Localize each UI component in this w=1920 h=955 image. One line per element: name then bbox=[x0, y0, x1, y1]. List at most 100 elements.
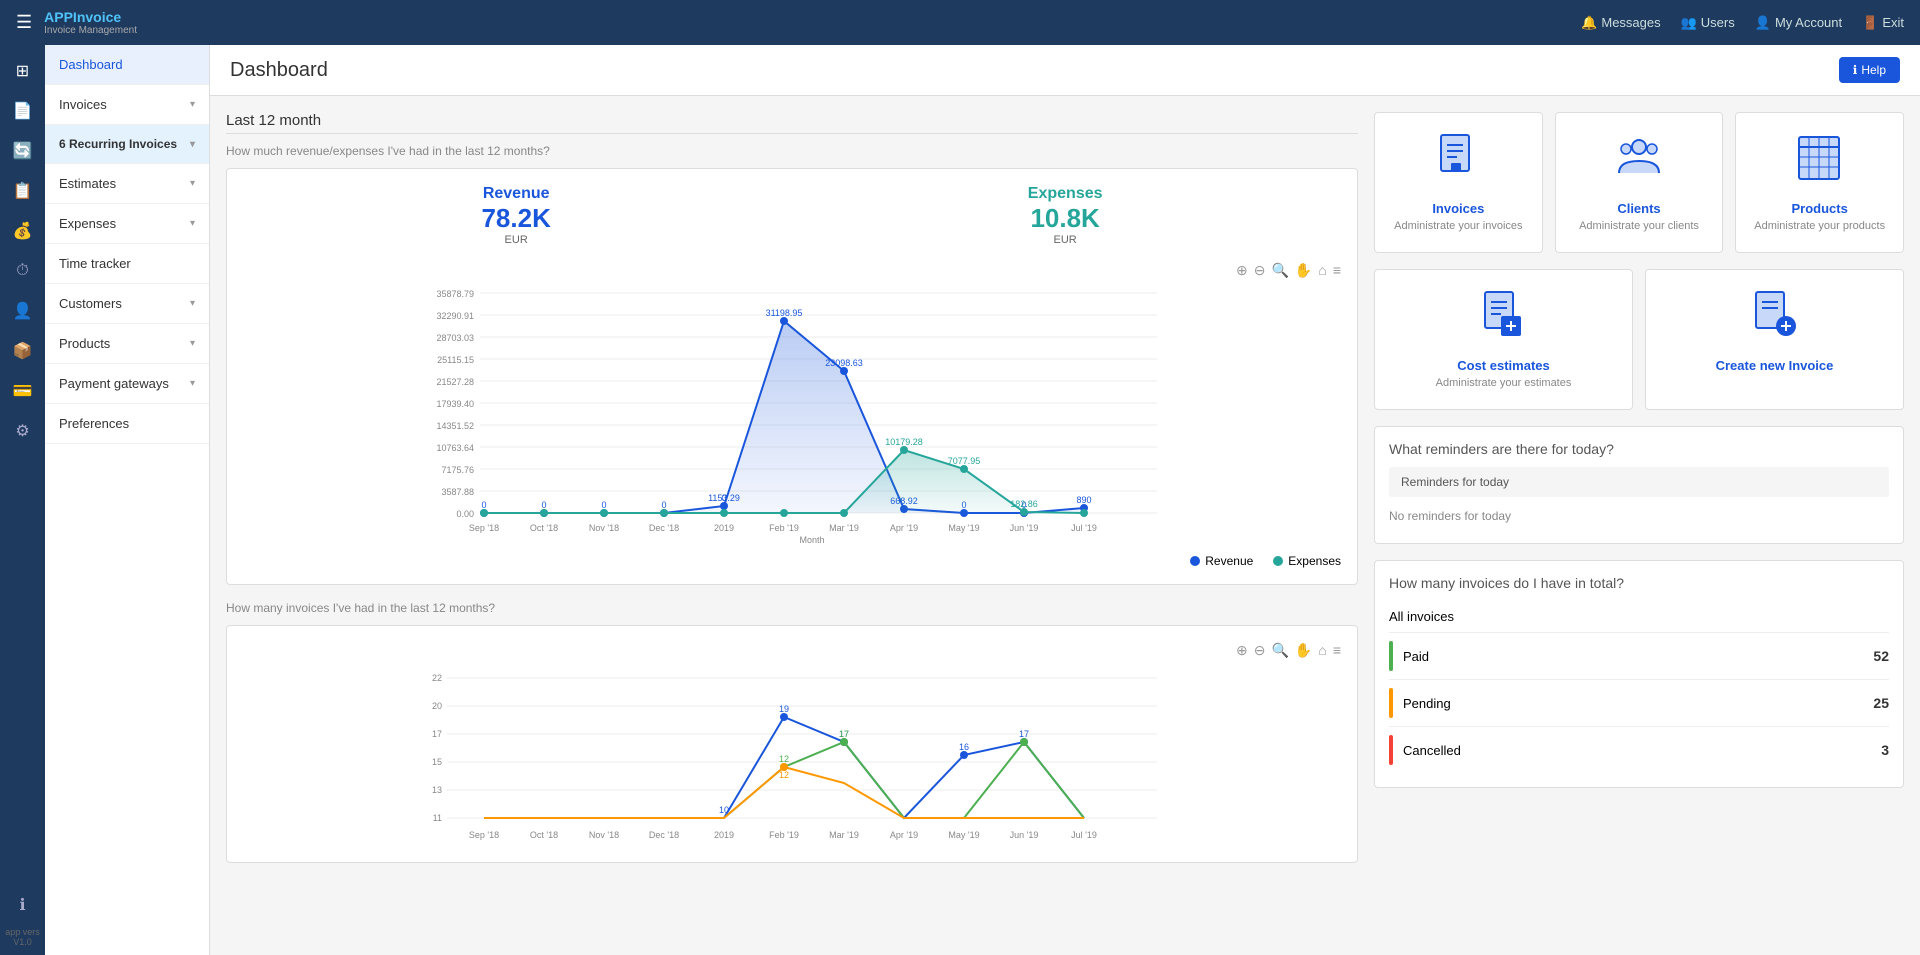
zoom-out-icon[interactable]: ⊖ bbox=[1254, 262, 1266, 279]
sidebar-label-preferences: Preferences bbox=[59, 416, 129, 431]
pan-icon[interactable]: ✋ bbox=[1295, 262, 1312, 279]
svg-text:Mar '19: Mar '19 bbox=[829, 523, 859, 533]
users-icon: 👥 bbox=[1681, 15, 1697, 31]
svg-text:Feb '19: Feb '19 bbox=[769, 830, 799, 840]
svg-text:13: 13 bbox=[432, 785, 442, 795]
svg-text:15: 15 bbox=[432, 757, 442, 767]
revenue-expenses-header: Revenue 78.2K EUR Expenses 10.8K EUR bbox=[243, 185, 1341, 246]
svg-text:Sep '18: Sep '18 bbox=[469, 830, 499, 840]
my-account-link[interactable]: 👤 My Account bbox=[1755, 15, 1842, 31]
sidebar-icon-invoices[interactable]: 📄 bbox=[5, 93, 41, 129]
dashboard-body: Last 12 month How much revenue/expenses … bbox=[210, 96, 1920, 895]
version-text: app vers V1.0 bbox=[0, 927, 45, 947]
search-icon2[interactable]: 🔍 bbox=[1271, 642, 1288, 659]
legend-expenses-label: Expenses bbox=[1288, 554, 1341, 568]
svg-text:May '19: May '19 bbox=[948, 830, 979, 840]
revenue-question: How much revenue/expenses I've had in th… bbox=[226, 144, 1358, 158]
invoice-count-title: How many invoices do I have in total? bbox=[1389, 575, 1889, 591]
quicklink-cost-estimates-title: Cost estimates bbox=[1385, 358, 1622, 373]
cancelled-label-wrap: Cancelled bbox=[1389, 735, 1461, 765]
sidebar-item-invoices[interactable]: Invoices ▾ bbox=[45, 85, 209, 125]
svg-text:14351.52: 14351.52 bbox=[436, 421, 474, 431]
help-button[interactable]: ℹ Help bbox=[1839, 57, 1900, 83]
home-icon[interactable]: ⌂ bbox=[1318, 262, 1326, 279]
menu-icon[interactable]: ≡ bbox=[1333, 262, 1341, 279]
sidebar-item-recurring[interactable]: 6 Recurring Invoices ▾ bbox=[45, 125, 209, 164]
sidebar-item-preferences[interactable]: Preferences bbox=[45, 404, 209, 444]
sidebar-item-dashboard[interactable]: Dashboard bbox=[45, 45, 209, 85]
chart2-toolbar: ⊕ ⊖ 🔍 ✋ ⌂ ≡ bbox=[243, 642, 1341, 659]
invoices-chart: 22 20 17 15 13 11 bbox=[243, 663, 1341, 843]
svg-text:Nov '18: Nov '18 bbox=[589, 830, 619, 840]
sidebar-icon-timetracker[interactable]: ⏱ bbox=[5, 253, 41, 289]
menu-icon2[interactable]: ≡ bbox=[1333, 642, 1341, 659]
sidebar-item-payment[interactable]: Payment gateways ▾ bbox=[45, 364, 209, 404]
quicklink-create-invoice[interactable]: Create new Invoice bbox=[1645, 269, 1904, 410]
sidebar-item-customers[interactable]: Customers ▾ bbox=[45, 284, 209, 324]
sidebar-icon-preferences[interactable]: ⚙ bbox=[5, 413, 41, 449]
help-icon: ℹ bbox=[1853, 63, 1858, 77]
legend-expenses-dot bbox=[1273, 556, 1283, 566]
quicklink-clients[interactable]: Clients Administrate your clients bbox=[1555, 112, 1724, 253]
svg-text:19: 19 bbox=[779, 704, 789, 714]
search-icon[interactable]: 🔍 bbox=[1271, 262, 1288, 279]
invoices-question: How many invoices I've had in the last 1… bbox=[226, 601, 1358, 615]
zoom-in-icon2[interactable]: ⊕ bbox=[1236, 642, 1248, 659]
svg-text:3587.88: 3587.88 bbox=[441, 487, 474, 497]
chevron-down-icon-expenses: ▾ bbox=[190, 218, 195, 229]
sidebar-icon-payment[interactable]: 💳 bbox=[5, 373, 41, 409]
sidebar-icon-dashboard[interactable]: ⊞ bbox=[5, 53, 41, 89]
chevron-down-icon-payment: ▾ bbox=[190, 378, 195, 389]
hamburger-button[interactable]: ☰ bbox=[16, 12, 32, 33]
home-icon2[interactable]: ⌂ bbox=[1318, 642, 1326, 659]
svg-text:0.00: 0.00 bbox=[456, 509, 474, 519]
topnav-right: 🔔 Messages 👥 Users 👤 My Account 🚪 Exit bbox=[1581, 15, 1904, 31]
pending-label: Pending bbox=[1403, 696, 1451, 711]
svg-text:0: 0 bbox=[601, 500, 606, 510]
svg-text:10: 10 bbox=[719, 805, 729, 815]
cancelled-label: Cancelled bbox=[1403, 743, 1461, 758]
sidebar-icon-recurring[interactable]: 🔄 bbox=[5, 133, 41, 169]
expenses-currency: EUR bbox=[1028, 234, 1103, 246]
paid-row: Paid 52 bbox=[1389, 633, 1889, 680]
quicklink-cost-estimates[interactable]: Cost estimates Administrate your estimat… bbox=[1374, 269, 1633, 410]
zoom-out-icon2[interactable]: ⊖ bbox=[1254, 642, 1266, 659]
svg-text:182.86: 182.86 bbox=[1010, 499, 1038, 509]
chart-legend: Revenue Expenses bbox=[243, 554, 1341, 568]
quicklink-invoices[interactable]: Invoices Administrate your invoices bbox=[1374, 112, 1543, 253]
sidebar-icon-customers[interactable]: 👤 bbox=[5, 293, 41, 329]
svg-text:11: 11 bbox=[433, 813, 442, 823]
pending-row: Pending 25 bbox=[1389, 680, 1889, 727]
messages-link[interactable]: 🔔 Messages bbox=[1581, 15, 1660, 31]
cancelled-status-dot bbox=[1389, 735, 1393, 765]
svg-text:Jul '19: Jul '19 bbox=[1071, 523, 1097, 533]
zoom-in-icon[interactable]: ⊕ bbox=[1236, 262, 1248, 279]
users-link[interactable]: 👥 Users bbox=[1681, 15, 1735, 31]
all-invoices-row: All invoices bbox=[1389, 601, 1889, 633]
svg-text:Sep '18: Sep '18 bbox=[469, 523, 499, 533]
pending-label-wrap: Pending bbox=[1389, 688, 1451, 718]
svg-text:28703.03: 28703.03 bbox=[436, 333, 474, 343]
exit-link[interactable]: 🚪 Exit bbox=[1862, 15, 1904, 31]
sidebar-icon-estimates[interactable]: 📋 bbox=[5, 173, 41, 209]
svg-text:17: 17 bbox=[839, 729, 849, 739]
pan-icon2[interactable]: ✋ bbox=[1295, 642, 1312, 659]
svg-text:21527.28: 21527.28 bbox=[436, 377, 474, 387]
chevron-down-icon-customers: ▾ bbox=[190, 298, 195, 309]
sidebar-item-timetracker[interactable]: Time tracker bbox=[45, 244, 209, 284]
sidebar-label-invoices: Invoices bbox=[59, 97, 107, 112]
topnav: ☰ APPInvoice Invoice Management 🔔 Messag… bbox=[0, 0, 1920, 45]
quicklink-create-invoice-title: Create new Invoice bbox=[1656, 358, 1893, 373]
sidebar-icon-products[interactable]: 📦 bbox=[5, 333, 41, 369]
svg-text:Jul '19: Jul '19 bbox=[1071, 830, 1097, 840]
quicklink-products[interactable]: Products Administrate your products bbox=[1735, 112, 1904, 253]
sidebar-item-products[interactable]: Products ▾ bbox=[45, 324, 209, 364]
sidebar-icon-info[interactable]: ℹ bbox=[5, 887, 41, 923]
sidebar-item-estimates[interactable]: Estimates ▾ bbox=[45, 164, 209, 204]
paid-label-wrap: Paid bbox=[1389, 641, 1429, 671]
sidebar-icon-expenses[interactable]: 💰 bbox=[5, 213, 41, 249]
svg-text:Month: Month bbox=[799, 535, 824, 543]
sidebar-item-expenses[interactable]: Expenses ▾ bbox=[45, 204, 209, 244]
svg-text:Dec '18: Dec '18 bbox=[649, 523, 679, 533]
bell-icon: 🔔 bbox=[1581, 15, 1597, 31]
